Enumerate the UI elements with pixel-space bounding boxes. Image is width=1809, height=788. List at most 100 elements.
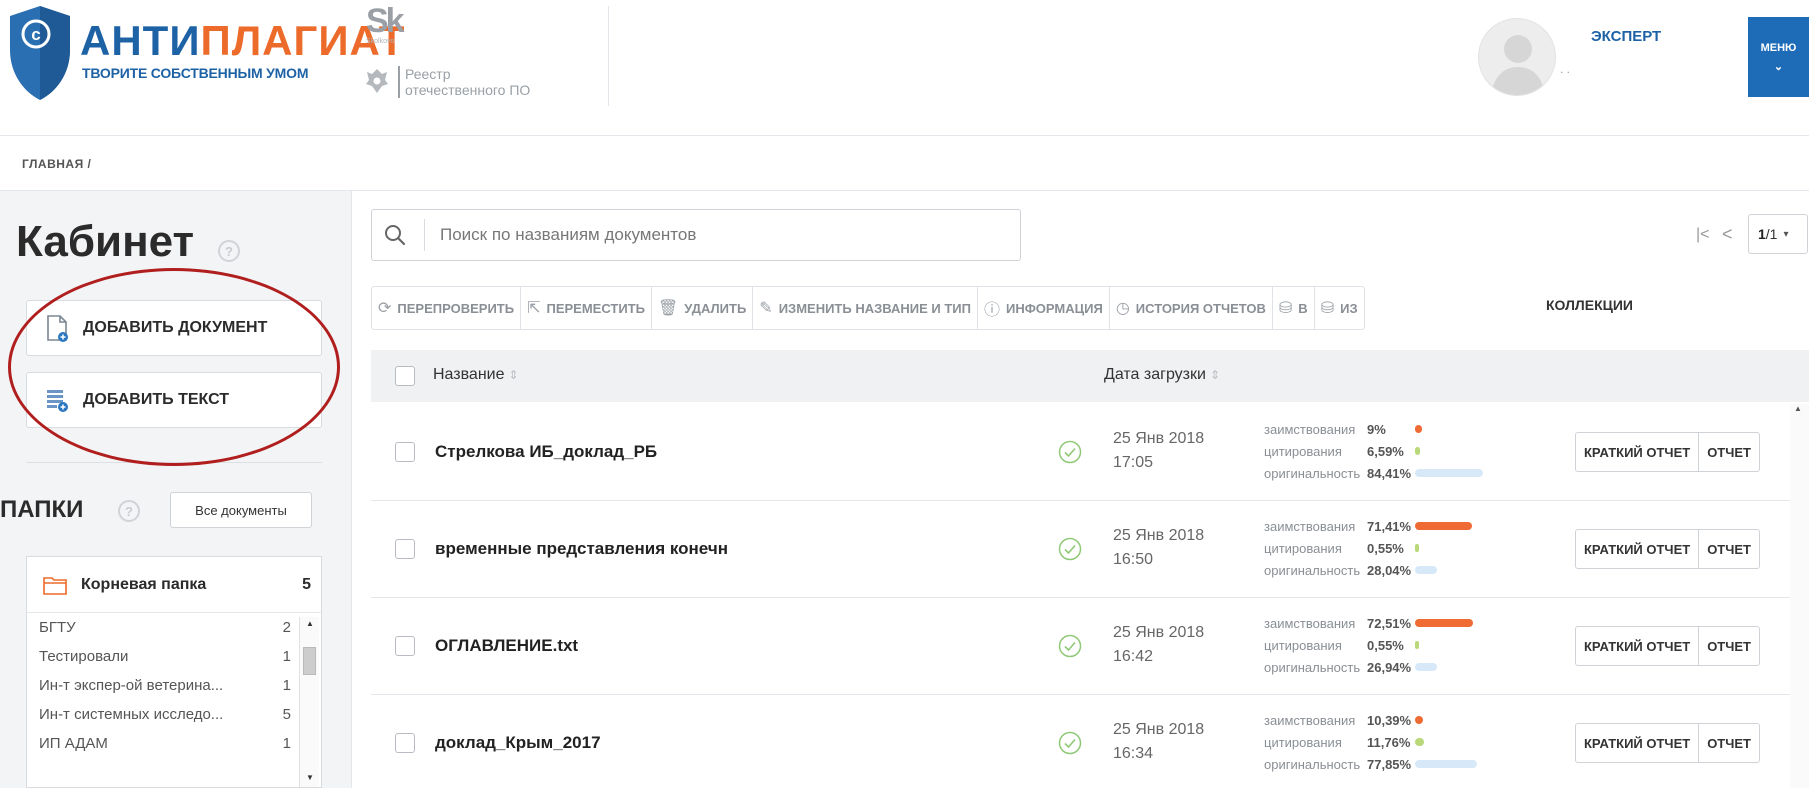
- folder-item[interactable]: Ин-т экспер-ой ветерина... 1: [27, 671, 299, 700]
- brief-report-button[interactable]: КРАТКИЙ ОТЧЕТ: [1576, 433, 1698, 471]
- recheck-button[interactable]: ⟳ ПЕРЕПРОВЕРИТЬ: [372, 287, 522, 329]
- folder-item-root[interactable]: Корневая папка 5: [27, 557, 321, 613]
- table-row[interactable]: ОГЛАВЛЕНИЕ.txt 25 Янв 2018 16:42 заимств…: [371, 598, 1809, 695]
- history-button[interactable]: ◷ ИСТОРИЯ ОТЧЕТОВ: [1110, 287, 1273, 329]
- all-documents-button[interactable]: Все документы: [170, 492, 312, 528]
- table-row[interactable]: доклад_Крым_2017 25 Янв 2018 16:34 заимс…: [371, 695, 1809, 788]
- column-header-name[interactable]: Название ⇕: [433, 366, 519, 384]
- row-checkbox[interactable]: [395, 539, 415, 559]
- chevron-down-icon: ▾: [1783, 228, 1789, 240]
- add-document-label: ДОБАВИТЬ ДОКУМЕНТ: [83, 319, 268, 336]
- report-button[interactable]: ОТЧЕТ: [1698, 627, 1759, 665]
- metric-label: оригинальность: [1264, 465, 1361, 481]
- folder-icon: [43, 576, 67, 595]
- search-icon[interactable]: [384, 224, 406, 246]
- rename-button[interactable]: ✎ ИЗМЕНИТЬ НАЗВАНИЕ И ТИП: [753, 287, 978, 329]
- user-name[interactable]: ЭКСПЕРТ: [1591, 28, 1661, 45]
- metric-borrow: заимствования 10,39%: [1264, 709, 1534, 731]
- metric-cite: цитирования 6,59%: [1264, 440, 1534, 462]
- originality-bar: [1415, 663, 1437, 671]
- brief-report-button[interactable]: КРАТКИЙ ОТЧЕТ: [1576, 627, 1698, 665]
- folder-item[interactable]: Ин-т системных исследо... 5: [27, 700, 299, 729]
- menu-button[interactable]: МЕНЮ ⌄: [1748, 17, 1809, 97]
- move-button[interactable]: ⇱ ПЕРЕМЕСТИТЬ: [521, 287, 652, 329]
- scroll-thumb[interactable]: [303, 647, 316, 675]
- to-collection-label: В: [1298, 300, 1308, 316]
- pager-prev-button[interactable]: <: [1722, 224, 1733, 245]
- cabinet-help-icon[interactable]: ?: [218, 240, 240, 262]
- search-divider: [424, 219, 425, 251]
- breadcrumb[interactable]: ГЛАВНАЯ /: [22, 157, 91, 171]
- coat-of-arms-icon: [366, 69, 388, 93]
- upload-time: 16:42: [1113, 648, 1154, 665]
- row-checkbox[interactable]: [395, 733, 415, 753]
- brand-name[interactable]: АНТИПЛАГИАТ: [80, 20, 405, 62]
- folder-item[interactable]: Тестировали 1: [27, 642, 299, 671]
- originality-bar: [1415, 469, 1483, 477]
- check-circle-icon: [1058, 634, 1082, 658]
- report-button[interactable]: ОТЧЕТ: [1698, 433, 1759, 471]
- sort-icon: ⇕: [508, 368, 519, 382]
- metric-value: 28,04%: [1367, 562, 1412, 578]
- page-select[interactable]: 1/1 ▾: [1748, 214, 1808, 254]
- delete-button[interactable]: 🗑︎ УДАЛИТЬ: [652, 287, 754, 329]
- document-name[interactable]: ОГЛАВЛЕНИЕ.txt: [435, 636, 578, 656]
- row-checkbox[interactable]: [395, 636, 415, 656]
- document-name[interactable]: доклад_Крым_2017: [435, 733, 601, 753]
- column-header-date[interactable]: Дата загрузки ⇕: [1104, 366, 1220, 384]
- info-button[interactable]: ⓘ ИНФОРМАЦИЯ: [978, 287, 1110, 329]
- metric-label: заимствования: [1264, 712, 1356, 728]
- folder-name: Корневая папка: [81, 575, 207, 593]
- report-button[interactable]: ОТЧЕТ: [1698, 724, 1759, 762]
- add-text-button[interactable]: ДОБАВИТЬ ТЕКСТ: [26, 372, 322, 428]
- metric-value: 72,51%: [1367, 615, 1412, 631]
- report-button[interactable]: ОТЧЕТ: [1698, 530, 1759, 568]
- pager-first-button[interactable]: |<: [1696, 226, 1710, 244]
- menu-label: МЕНЮ: [1760, 41, 1797, 54]
- chevron-down-icon: ⌄: [1773, 60, 1784, 73]
- scroll-up-icon[interactable]: ▲: [1794, 404, 1802, 413]
- metric-cite: цитирования 11,76%: [1264, 731, 1534, 753]
- folder-count: 1: [282, 735, 291, 752]
- document-name[interactable]: Стрелкова ИБ_доклад_РБ: [435, 442, 657, 462]
- info-icon: ⓘ: [983, 302, 1000, 319]
- from-collection-button[interactable]: ⛁ ИЗ: [1315, 287, 1364, 329]
- scroll-down-icon[interactable]: ▼: [300, 773, 320, 787]
- table-header: Название ⇕ Дата загрузки ⇕: [371, 350, 1809, 402]
- metric-value: 11,76%: [1367, 734, 1411, 750]
- cite-bar: [1415, 447, 1420, 455]
- search-input[interactable]: [440, 219, 1000, 251]
- folder-scrollbar[interactable]: ▲ ▼: [299, 617, 320, 787]
- cite-bar: [1415, 738, 1424, 746]
- metric-value: 77,85%: [1367, 756, 1412, 772]
- folders-help-icon[interactable]: ?: [118, 500, 140, 522]
- sort-icon: ⇕: [1209, 368, 1220, 382]
- folder-item[interactable]: БГТУ 2: [27, 613, 299, 642]
- to-collection-button[interactable]: ⛁ В: [1273, 287, 1315, 329]
- antiplagiat-shield-logo-icon[interactable]: c: [8, 4, 72, 102]
- table-row[interactable]: временные представления конечн 25 Янв 20…: [371, 501, 1809, 598]
- folder-name: Тестировали: [39, 648, 129, 665]
- select-all-checkbox[interactable]: [395, 366, 415, 386]
- row-checkbox[interactable]: [395, 442, 415, 462]
- collections-label: КОЛЛЕКЦИИ: [1546, 297, 1633, 313]
- add-document-button[interactable]: ДОБАВИТЬ ДОКУМЕНТ: [26, 300, 322, 356]
- brief-report-button[interactable]: КРАТКИЙ ОТЧЕТ: [1576, 724, 1698, 762]
- folder-item[interactable]: ИП АДАМ 1: [27, 729, 299, 758]
- metric-value: 84,41%: [1367, 465, 1412, 481]
- upload-time: 16:34: [1113, 745, 1154, 762]
- table-scrollbar[interactable]: ▲: [1790, 404, 1809, 788]
- scroll-up-icon[interactable]: ▲: [300, 619, 320, 633]
- user-avatar[interactable]: [1478, 18, 1556, 96]
- document-name[interactable]: временные представления конечн: [435, 539, 728, 559]
- folder-name: БГТУ: [39, 619, 76, 636]
- from-collection-label: ИЗ: [1340, 300, 1358, 316]
- table-row[interactable]: Стрелкова ИБ_доклад_РБ 25 Янв 2018 17:05…: [371, 404, 1809, 501]
- edit-icon: ✎: [759, 300, 773, 317]
- brief-report-button[interactable]: КРАТКИЙ ОТЧЕТ: [1576, 530, 1698, 568]
- top-header: c АНТИПЛАГИАТ ТВОРИТЕ СОБСТВЕННЫМ УМОМ S…: [0, 0, 1809, 136]
- column-name-label: Название: [433, 366, 505, 383]
- borrow-bar: [1415, 716, 1423, 724]
- move-icon: ⇱: [527, 300, 541, 317]
- metric-value: 0,55%: [1367, 540, 1404, 556]
